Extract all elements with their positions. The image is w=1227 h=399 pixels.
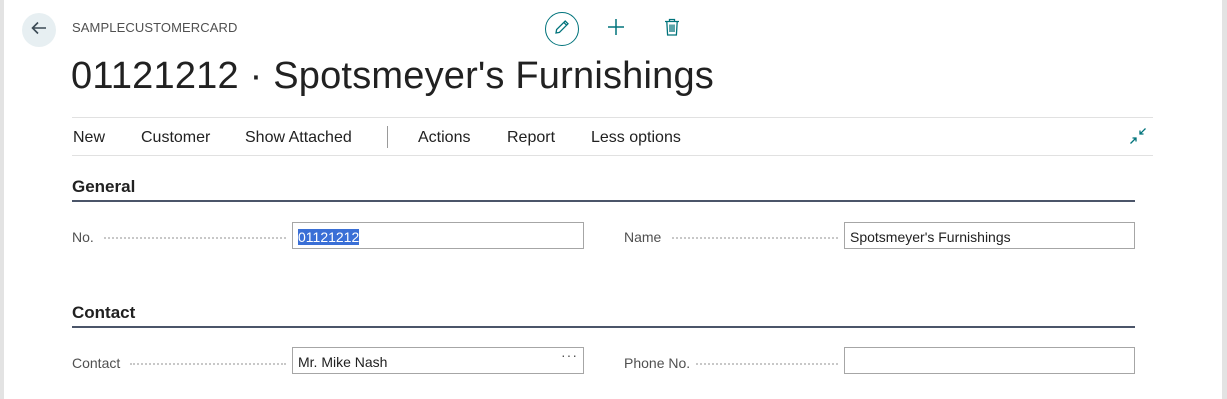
field-label-phone: Phone No. [624, 355, 691, 371]
plus-icon [606, 17, 626, 42]
phone-field[interactable] [844, 347, 1135, 374]
leader-dots [672, 237, 838, 240]
field-label-contact: Contact [72, 355, 121, 371]
name-field[interactable]: Spotsmeyer's Furnishings [844, 222, 1135, 249]
menu-report[interactable]: Report [507, 129, 555, 147]
leader-dots [130, 363, 286, 366]
back-button[interactable] [22, 13, 56, 47]
menu-less-options[interactable]: Less options [591, 129, 681, 147]
menu-new[interactable]: New [73, 129, 105, 147]
window-left-edge [0, 0, 4, 399]
contact-field[interactable]: Mr. Mike Nash ··· [292, 347, 584, 374]
trash-icon [664, 18, 680, 41]
window-right-edge [1222, 0, 1227, 399]
collapse-button[interactable] [1127, 127, 1149, 149]
add-button[interactable] [599, 12, 633, 46]
menu-separator [387, 126, 388, 148]
delete-button[interactable] [655, 12, 689, 46]
contact-field-value: Mr. Mike Nash [298, 354, 388, 370]
field-label-no: No. [72, 229, 94, 245]
no-field[interactable]: 01121212 [292, 222, 584, 249]
edit-button[interactable] [545, 12, 579, 46]
group-rule-contact [72, 326, 1135, 328]
menu-show-attached[interactable]: Show Attached [245, 129, 352, 147]
group-title-contact: Contact [72, 303, 136, 322]
leader-dots [696, 363, 838, 366]
no-field-value: 01121212 [298, 229, 360, 245]
lookup-button[interactable]: ··· [561, 348, 578, 363]
name-field-value: Spotsmeyer's Furnishings [850, 229, 1011, 245]
collapse-icon [1129, 127, 1147, 150]
leader-dots [104, 237, 286, 240]
menu-customer[interactable]: Customer [141, 129, 210, 147]
arrow-left-icon [29, 18, 49, 43]
action-bar: New Customer Show Attached Actions Repor… [72, 117, 1153, 156]
menu-actions[interactable]: Actions [418, 129, 470, 147]
header-actions [545, 12, 689, 46]
group-title-general: General [72, 177, 136, 196]
page-title: 01121212 · Spotsmeyer's Furnishings [71, 55, 714, 97]
page-caption: SAMPLECUSTOMERCARD [72, 20, 238, 35]
pencil-icon [553, 18, 571, 41]
field-label-name: Name [624, 229, 662, 245]
group-rule-general [72, 200, 1135, 202]
